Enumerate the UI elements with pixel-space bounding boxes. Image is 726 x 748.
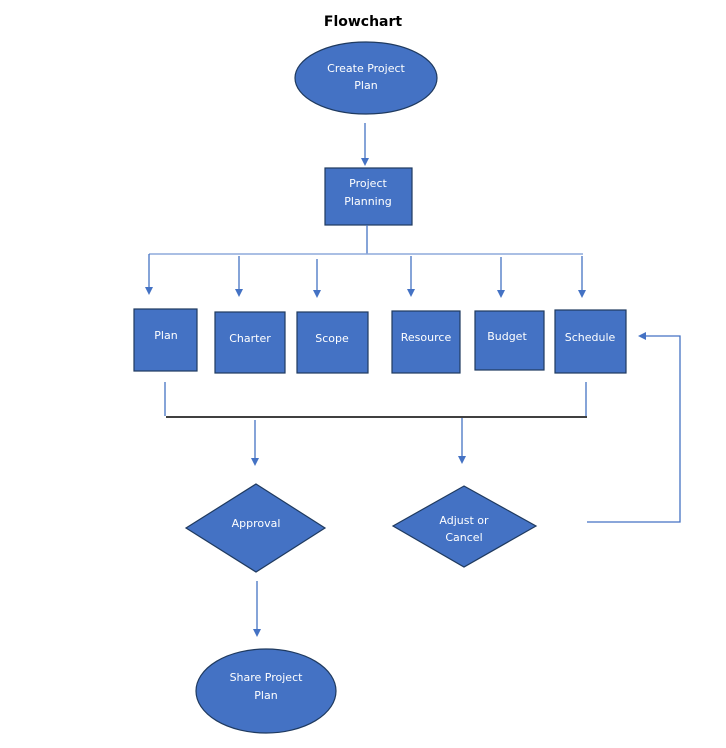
node-label-line-1: Share Project [230,671,304,684]
node-label-line-2: Planning [344,195,391,208]
node-label: Scope [315,332,349,345]
node-budget[interactable]: Budget [474,310,545,371]
node-label-line-2: Plan [354,79,377,92]
node-label: Resource [401,331,452,344]
node-label: Approval [232,517,281,530]
terminator-shape [294,41,438,115]
diagram-title: Flowchart [324,14,403,30]
node-label: Plan [154,329,177,342]
node-approval[interactable]: Approval [184,483,327,573]
flowchart-diagram: Flowchart Create Project Plan Project Pl… [133,14,681,734]
node-resource[interactable]: Resource [391,310,461,374]
node-plan[interactable]: Plan [133,308,198,372]
node-label-line-1: Adjust or [439,514,489,527]
node-label: Schedule [565,331,616,344]
node-schedule[interactable]: Schedule [554,309,627,374]
node-label-line-2: Plan [254,689,277,702]
node-share-project-plan[interactable]: Share Project Plan [195,648,337,734]
node-project-planning[interactable]: Project Planning [324,167,413,226]
node-label-line-1: Create Project [327,62,405,75]
node-label: Charter [229,332,271,345]
node-adjust-or-cancel[interactable]: Adjust or Cancel [391,485,538,568]
node-label-line-1: Project [349,177,387,190]
node-charter[interactable]: Charter [214,311,286,374]
node-label-line-2: Cancel [445,531,482,544]
node-scope[interactable]: Scope [296,311,369,374]
node-create-project-plan[interactable]: Create Project Plan [294,41,438,115]
node-label: Budget [487,330,527,343]
